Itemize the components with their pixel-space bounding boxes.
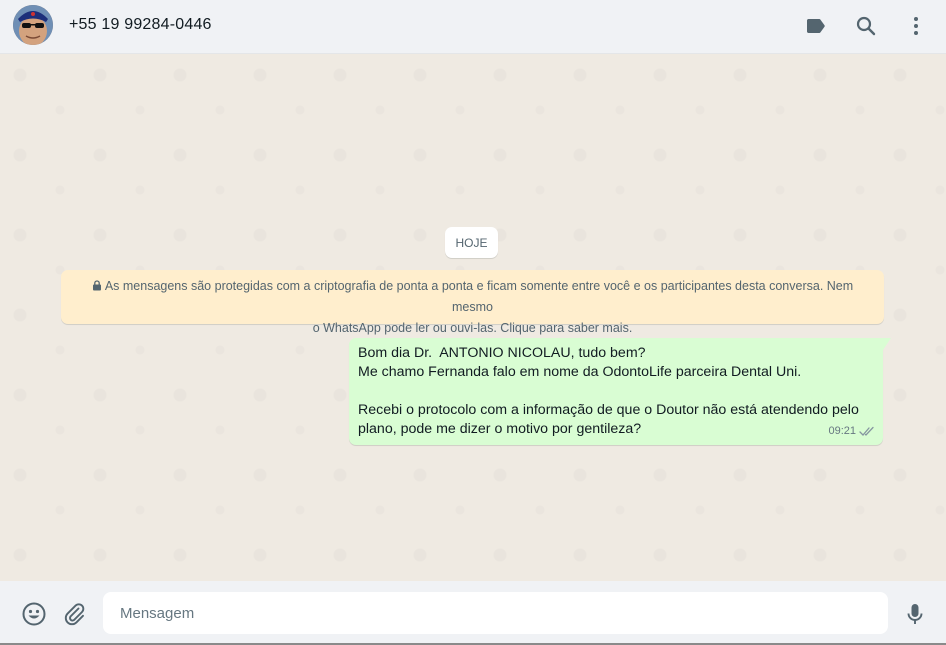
message-line: Me chamo Fernanda falo em nome da Odonto… <box>358 364 802 380</box>
contact-avatar[interactable] <box>13 5 53 45</box>
encryption-text-1: As mensagens são protegidas com a cripto… <box>104 279 854 314</box>
composer-bar <box>0 581 946 645</box>
menu-icon[interactable] <box>904 14 928 38</box>
message-line <box>358 382 874 401</box>
contact-name[interactable]: +55 19 99284-0446 <box>69 16 212 34</box>
encryption-line-1: As mensagens são protegidas com a cripto… <box>71 276 874 318</box>
date-chip: HOJE <box>445 227 498 258</box>
message-line: plano, pode me dizer o motivo por gentil… <box>358 421 642 437</box>
message-input[interactable] <box>103 592 888 634</box>
encryption-notice[interactable]: As mensagens são protegidas com a cripto… <box>61 270 884 335</box>
message-line: Recebi o protocolo com a informação de q… <box>358 402 859 418</box>
bubble-tail <box>883 338 891 351</box>
double-check-icon <box>859 426 875 437</box>
chat-area[interactable]: HOJE As mensagens são protegidas com a c… <box>0 55 946 581</box>
outgoing-message[interactable]: Bom dia Dr. ANTONIO NICOLAU, tudo bem? M… <box>349 338 891 445</box>
search-icon[interactable] <box>854 14 878 38</box>
lock-icon <box>92 280 102 291</box>
emoji-icon[interactable] <box>21 601 47 627</box>
message-line: Bom dia Dr. ANTONIO NICOLAU, tudo bem? <box>358 345 646 361</box>
encryption-line-2: o WhatsApp pode ler ou ouvi-las. Clique … <box>312 321 633 335</box>
attach-icon[interactable] <box>62 601 88 627</box>
microphone-icon[interactable] <box>902 601 928 627</box>
chat-header: +55 19 99284-0446 <box>0 0 946 54</box>
message-time: 09:21 <box>828 425 856 437</box>
message-meta: 09:21 <box>828 422 875 441</box>
label-icon[interactable] <box>804 14 828 38</box>
